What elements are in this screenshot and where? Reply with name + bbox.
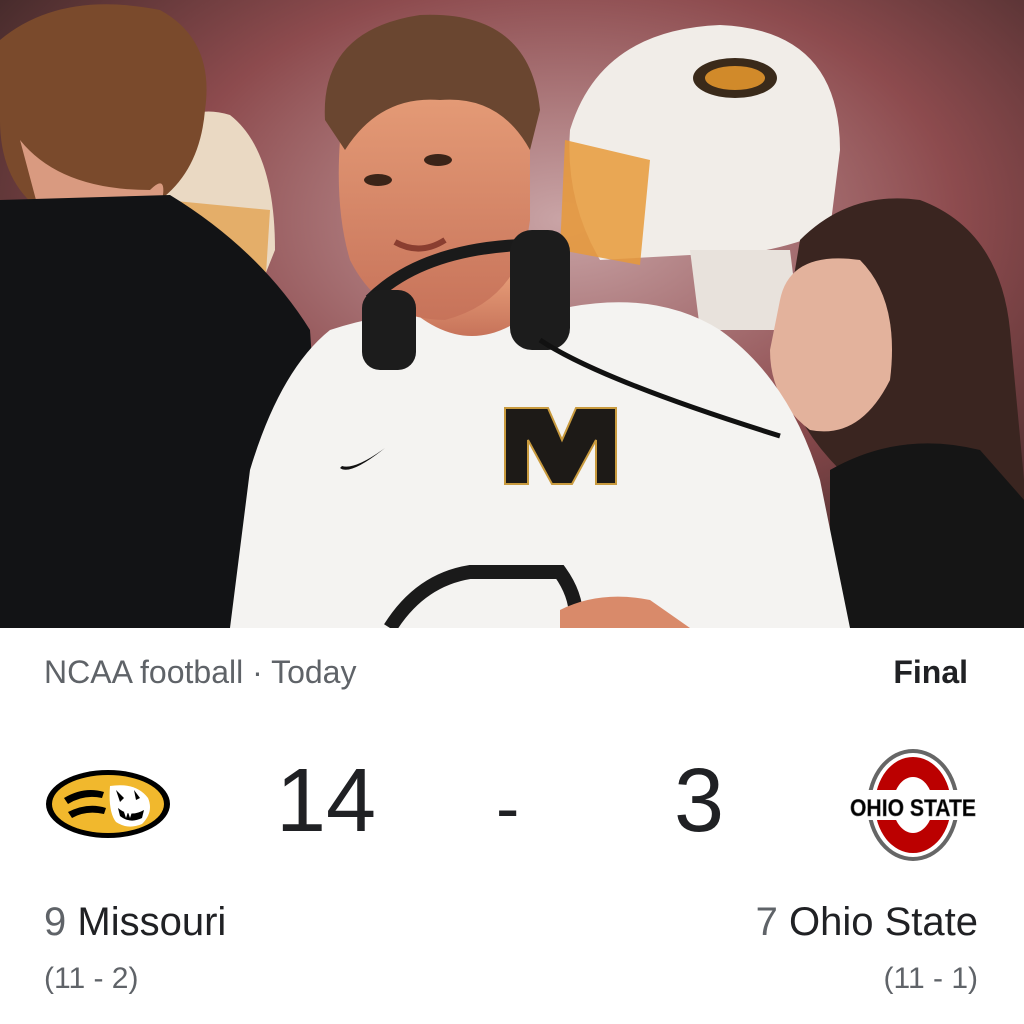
score-separator: - bbox=[496, 769, 520, 847]
home-team[interactable]: 9 Missouri bbox=[44, 900, 226, 945]
game-meta: NCAA football · Today bbox=[44, 654, 356, 691]
away-rank: 7 bbox=[755, 900, 778, 944]
away-score: 3 bbox=[674, 751, 725, 851]
home-record: (11 - 2) bbox=[44, 962, 139, 995]
score-card[interactable]: NCAA football · Today Final 14 - 3 OHIO … bbox=[0, 628, 1024, 1024]
home-team-name[interactable]: Missouri bbox=[77, 900, 226, 944]
game-status: Final bbox=[893, 654, 968, 690]
meta-separator: · bbox=[252, 654, 263, 690]
away-team[interactable]: 7 Ohio State bbox=[756, 900, 978, 945]
home-rank: 9 bbox=[44, 900, 67, 944]
ohio-state-logo[interactable]: OHIO STATE bbox=[848, 746, 978, 869]
svg-text:OHIO STATE: OHIO STATE bbox=[850, 795, 976, 822]
league-label: NCAA football bbox=[44, 654, 244, 690]
away-team-name[interactable]: Ohio State bbox=[789, 900, 978, 944]
home-score: 14 bbox=[276, 751, 377, 851]
photo-illustration bbox=[0, 0, 1024, 628]
away-record: (11 - 1) bbox=[883, 962, 978, 995]
missouri-tiger-logo[interactable] bbox=[44, 768, 172, 845]
date-label: Today bbox=[271, 654, 357, 690]
game-photo[interactable] bbox=[0, 0, 1024, 628]
